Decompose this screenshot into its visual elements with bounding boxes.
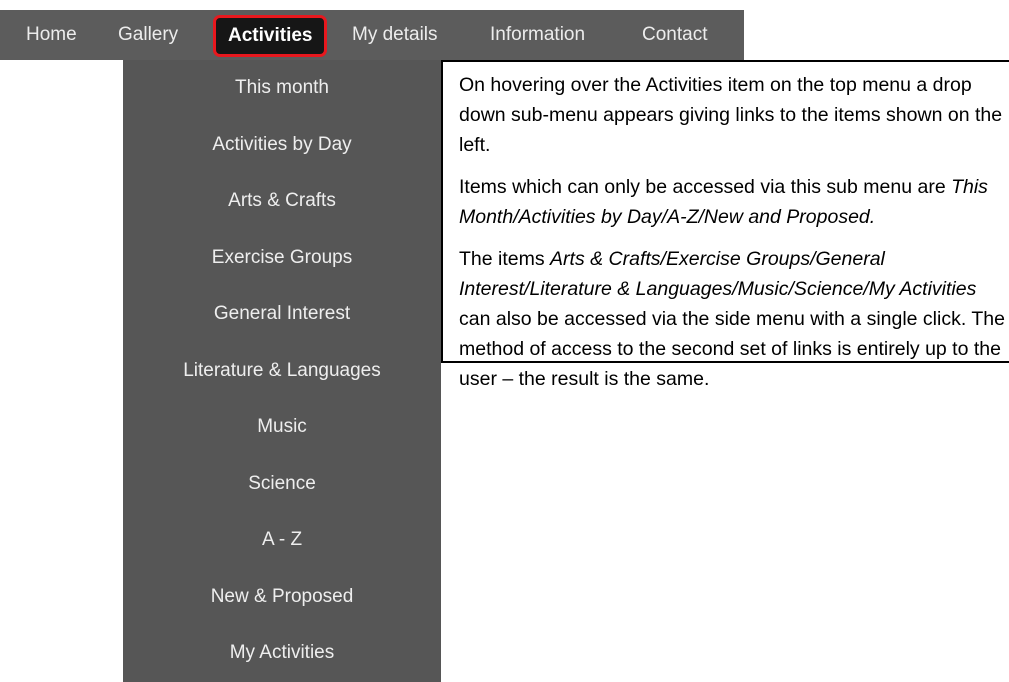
submenu-item-this-month[interactable]: This month (123, 60, 441, 117)
callout-p3-text-b: can also be accessed via the side menu w… (459, 308, 1005, 390)
callout-paragraph-submenu-only: Items which can only be accessed via thi… (459, 172, 1009, 232)
callout-paragraph-side-menu: The items Arts & Crafts/Exercise Groups/… (459, 244, 1009, 394)
submenu-item-activities-by-day[interactable]: Activities by Day (123, 117, 441, 174)
activities-dropdown-submenu: This month Activities by Day Arts & Craf… (123, 60, 441, 682)
menu-item-my-details[interactable]: My details (352, 10, 438, 60)
callout-p3-text-a: The items (459, 248, 551, 270)
submenu-item-science[interactable]: Science (123, 456, 441, 513)
submenu-item-music[interactable]: Music (123, 399, 441, 456)
explanation-callout: On hovering over the Activities item on … (441, 60, 1009, 390)
menu-item-activities[interactable]: Activities (213, 15, 328, 57)
menu-item-contact[interactable]: Contact (642, 10, 707, 60)
submenu-item-general-interest[interactable]: General Interest (123, 286, 441, 343)
top-menu-bar: Home Gallery Activities My details Infor… (0, 10, 744, 60)
submenu-item-a-z[interactable]: A - Z (123, 512, 441, 569)
submenu-item-literature-languages[interactable]: Literature & Languages (123, 343, 441, 400)
callout-p2-text: Items which can only be accessed via thi… (459, 176, 952, 198)
menu-item-information[interactable]: Information (490, 10, 585, 60)
menu-item-home[interactable]: Home (26, 10, 77, 60)
submenu-item-arts-crafts[interactable]: Arts & Crafts (123, 173, 441, 230)
menu-item-gallery[interactable]: Gallery (118, 10, 178, 60)
submenu-item-my-activities[interactable]: My Activities (123, 625, 441, 682)
callout-paragraph-hover: On hovering over the Activities item on … (459, 74, 1003, 156)
submenu-item-new-proposed[interactable]: New & Proposed (123, 569, 441, 626)
submenu-item-exercise-groups[interactable]: Exercise Groups (123, 230, 441, 287)
